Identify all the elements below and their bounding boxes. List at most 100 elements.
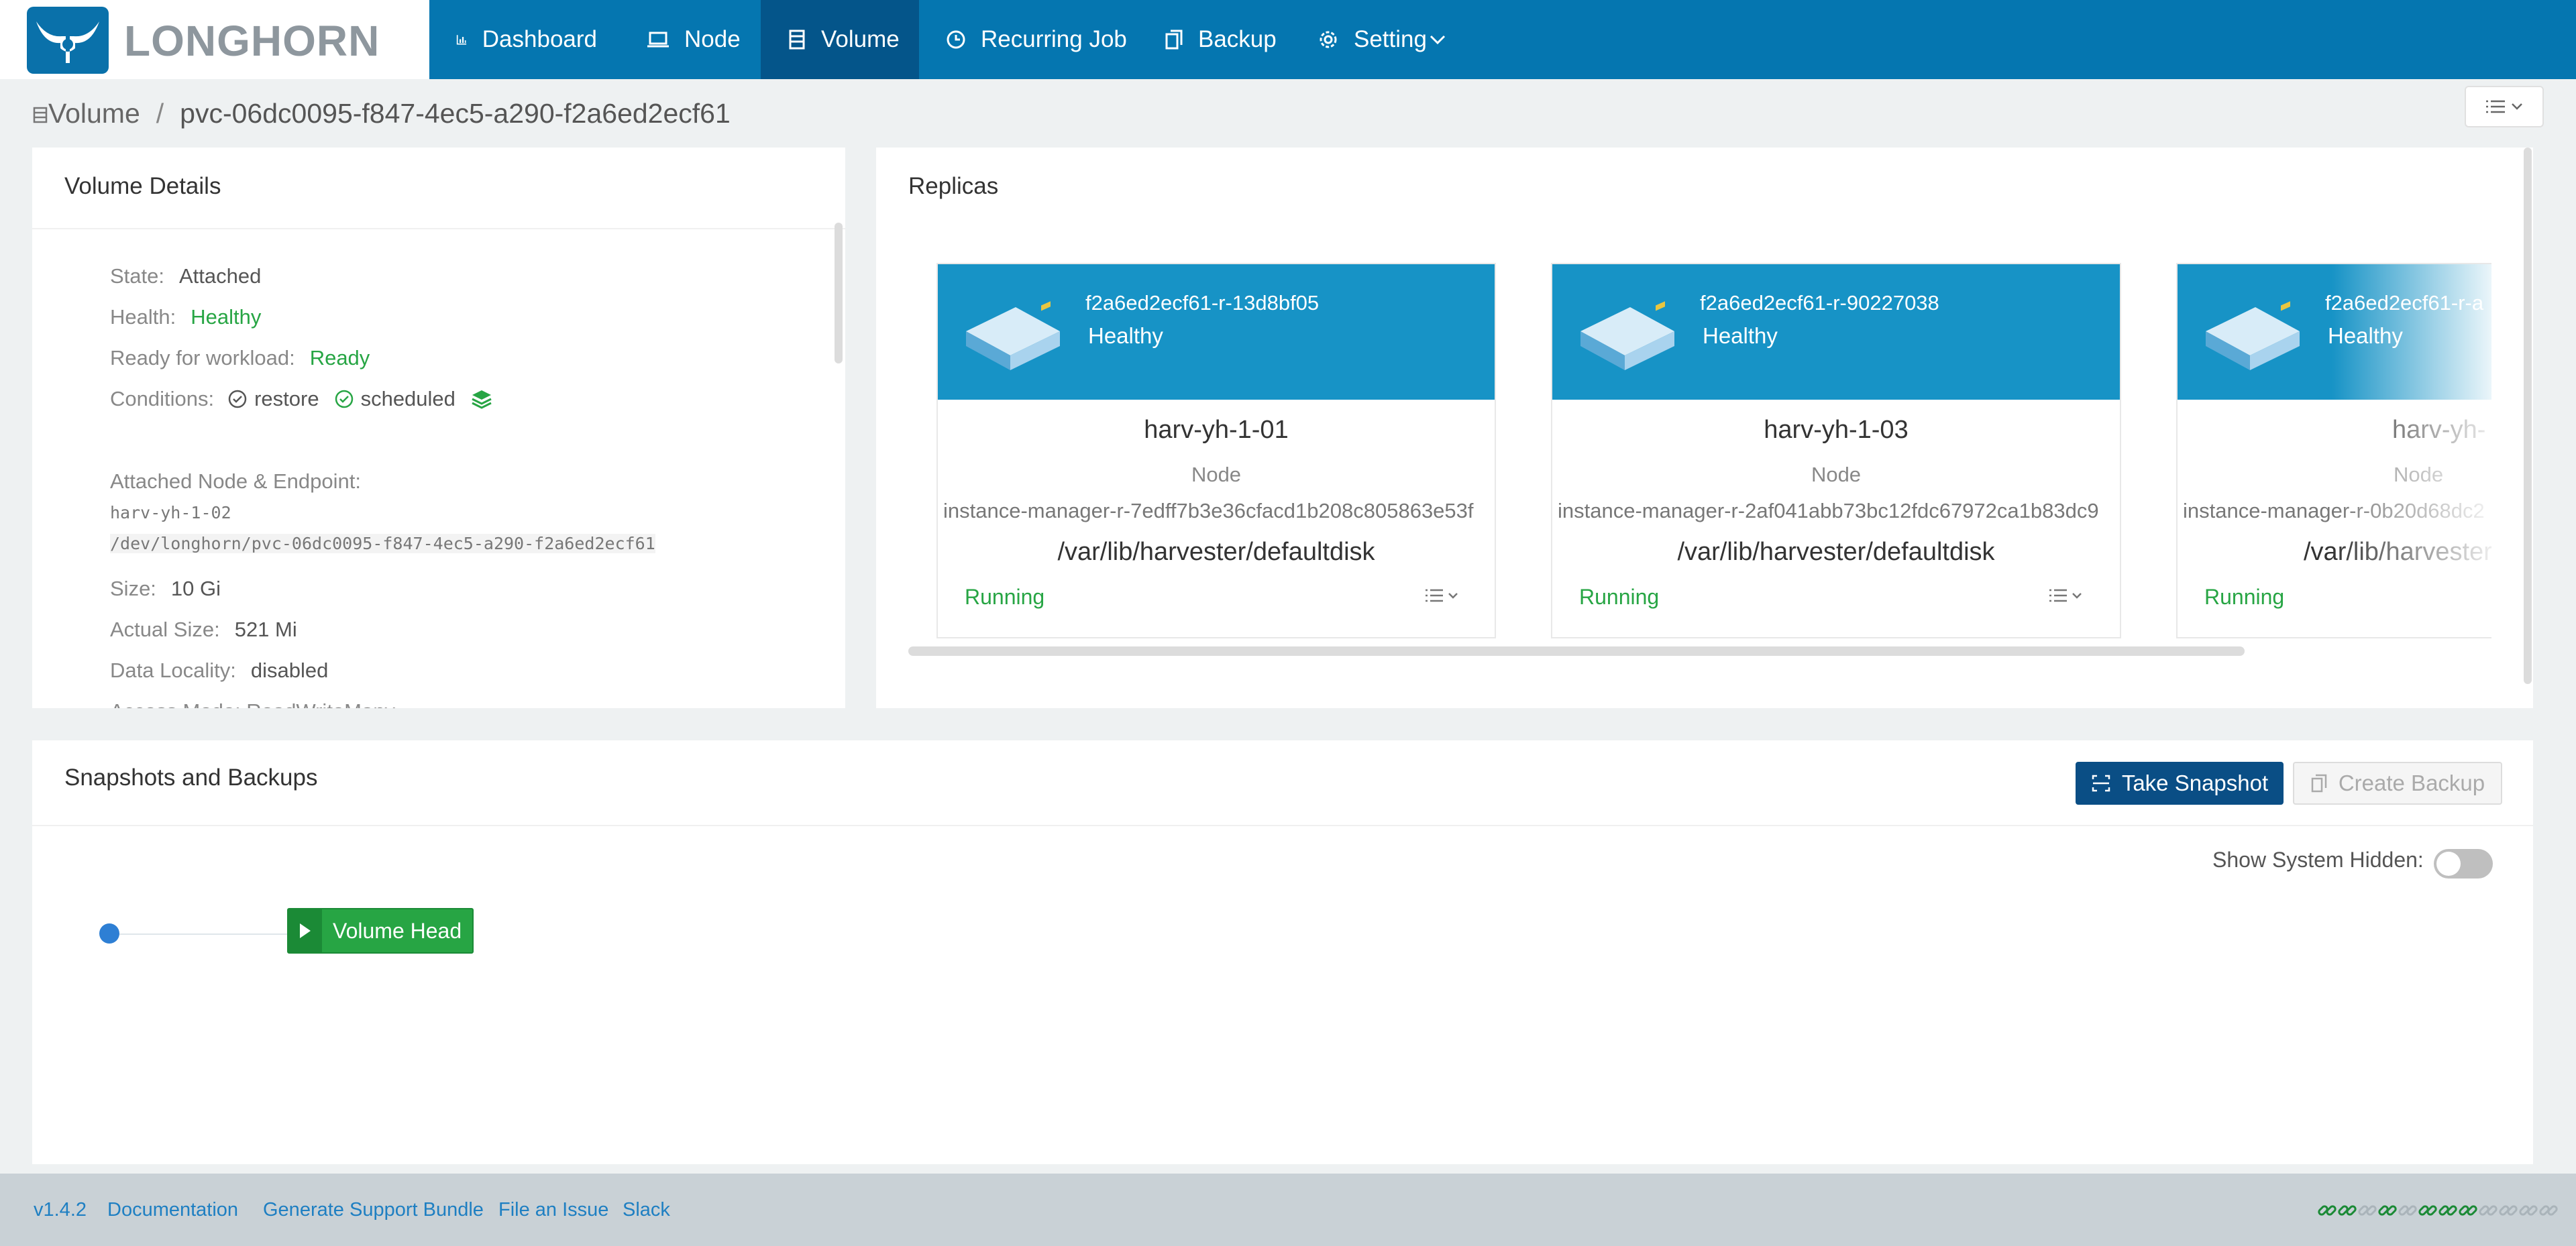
link-icon xyxy=(2519,1205,2538,1216)
replica-menu-button[interactable] xyxy=(1425,582,1465,609)
replica-card[interactable]: f2a6ed2ecf61-r-13d8bf05 Healthy harv-yh-… xyxy=(936,263,1496,638)
take-snapshot-label: Take Snapshot xyxy=(2121,771,2269,795)
footer-support-bundle-link[interactable]: Generate Support Bundle xyxy=(263,1199,484,1221)
snapshot-tree-line xyxy=(109,933,310,935)
volume-head-node[interactable]: Volume Head xyxy=(287,908,474,954)
size-label: Size: xyxy=(110,577,156,600)
replicas-vertical-scrollbar[interactable] xyxy=(2524,148,2532,684)
replica-status: Running xyxy=(2204,585,2285,609)
play-icon xyxy=(288,909,322,952)
link-icon xyxy=(2539,1205,2558,1216)
ready-value: Ready xyxy=(309,346,370,370)
nav-recurring-job[interactable]: Recurring Job xyxy=(919,0,1140,79)
replica-disk-path: /var/lib/harvester/defaultdisk xyxy=(1057,538,1375,566)
create-backup-button[interactable]: Create Backup xyxy=(2293,762,2502,805)
attached-label: Attached Node & Endpoint: xyxy=(110,469,361,493)
nav-setting[interactable]: Setting xyxy=(1295,0,1476,79)
replica-card[interactable]: f2a6ed2ecf61-r-90227038 Healthy harv-yh-… xyxy=(1551,263,2121,638)
link-icon xyxy=(2398,1205,2417,1216)
nav-setting-label: Setting xyxy=(1354,26,1427,52)
volume-head-label: Volume Head xyxy=(333,919,462,943)
link-icon xyxy=(2479,1205,2498,1216)
disk-icon xyxy=(2206,301,2300,370)
footer-slack-link[interactable]: Slack xyxy=(623,1199,670,1221)
actual-size-label: Actual Size: xyxy=(110,618,220,641)
copy-icon xyxy=(1165,30,1183,50)
replica-instance-manager: instance-manager-r-2af041abb73bc12fdc679… xyxy=(1558,499,2099,522)
details-scrollbar[interactable] xyxy=(835,223,843,363)
chevron-down-icon xyxy=(1430,35,1446,45)
nav-dashboard[interactable]: Dashboard xyxy=(429,0,597,79)
chevron-down-icon xyxy=(2072,593,2082,599)
nav-backup-label: Backup xyxy=(1198,26,1277,52)
attached-endpoint: /dev/longhorn/pvc-06dc0095-f847-4ec5-a29… xyxy=(110,534,655,553)
nav-node-label: Node xyxy=(684,26,741,52)
brand-name: LONGHORN xyxy=(124,17,380,65)
snapshots-title: Snapshots and Backups xyxy=(64,764,318,791)
breadcrumb-root[interactable]: Volume xyxy=(48,98,140,129)
replica-card[interactable]: f2a6ed2ecf61-r-a Healthy harv-yh- Node i… xyxy=(2176,263,2491,638)
replica-status: Running xyxy=(1579,585,1660,609)
breadcrumb-current: pvc-06dc0095-f847-4ec5-a290-f2a6ed2ecf61 xyxy=(180,98,731,129)
link-icon xyxy=(2499,1205,2518,1216)
database-icon xyxy=(789,30,805,50)
footer-file-issue-link[interactable]: File an Issue xyxy=(498,1199,608,1221)
size-value: 10 Gi xyxy=(170,577,221,600)
footer-version-link[interactable]: v1.4.2 xyxy=(34,1199,87,1221)
replica-health: Healthy xyxy=(1703,323,1778,348)
ready-row: Ready for workload: Ready xyxy=(110,346,370,370)
replica-name: f2a6ed2ecf61-r-a xyxy=(2325,291,2484,315)
actual-size-row: Actual Size: 521 Mi xyxy=(110,618,297,642)
nav-backup[interactable]: Backup xyxy=(1140,0,1295,79)
nav-node[interactable]: Node xyxy=(628,0,762,79)
take-snapshot-button[interactable]: Take Snapshot xyxy=(2076,762,2284,805)
nav-recurring-job-label: Recurring Job xyxy=(981,26,1127,52)
replicas-h-scrollbar[interactable] xyxy=(908,646,2245,656)
state-label: State: xyxy=(110,264,164,288)
state-value: Attached xyxy=(179,264,262,288)
attached-node: harv-yh-1-02 xyxy=(110,503,231,522)
replica-disk-path: /var/lib/harvester xyxy=(2304,538,2491,566)
snapshot-root-node[interactable] xyxy=(99,923,119,944)
nav-volume[interactable]: Volume xyxy=(761,0,919,79)
replicas-title: Replicas xyxy=(908,173,999,199)
replica-name: f2a6ed2ecf61-r-90227038 xyxy=(1700,291,1939,315)
replica-menu-button[interactable] xyxy=(2049,582,2089,609)
replica-status: Running xyxy=(965,585,1045,609)
link-icon xyxy=(2338,1205,2357,1216)
conditions-label: Conditions: xyxy=(110,387,215,410)
replica-disk-path: /var/lib/harvester/defaultdisk xyxy=(1677,538,1995,566)
chevron-down-icon xyxy=(2512,103,2522,110)
health-label: Health: xyxy=(110,305,176,329)
replica-node-label: Node xyxy=(2394,463,2444,486)
replica-header: f2a6ed2ecf61-r-13d8bf05 Healthy xyxy=(938,264,1495,400)
replica-header: f2a6ed2ecf61-r-a Healthy xyxy=(2178,264,2491,400)
view-options-button[interactable] xyxy=(2465,86,2544,127)
check-circle-icon xyxy=(228,390,247,408)
condition-restore: restore xyxy=(254,387,319,410)
replica-instance-manager: instance-manager-r-0b20d68dc2 xyxy=(2183,499,2485,522)
footer-documentation-link[interactable]: Documentation xyxy=(107,1199,238,1221)
link-icon xyxy=(2358,1205,2377,1216)
access-mode-row: Access Mode: ReadWriteMany xyxy=(110,699,395,708)
data-locality-value: disabled xyxy=(250,659,329,682)
volume-details-title: Volume Details xyxy=(64,173,221,199)
replica-node-label: Node xyxy=(1811,463,1862,486)
layers-icon[interactable] xyxy=(470,388,493,410)
health-row: Health: Healthy xyxy=(110,305,261,329)
replica-header: f2a6ed2ecf61-r-90227038 Healthy xyxy=(1552,264,2120,400)
data-locality-label: Data Locality: xyxy=(110,659,236,682)
health-value: Healthy xyxy=(191,305,262,329)
replica-health: Healthy xyxy=(1088,323,1163,348)
create-backup-label: Create Backup xyxy=(2338,771,2485,795)
disk-icon xyxy=(966,301,1060,370)
show-hidden-toggle[interactable] xyxy=(2434,849,2493,879)
condition-scheduled: scheduled xyxy=(360,387,455,410)
replica-host: harv-yh-1-01 xyxy=(1144,416,1289,444)
state-row: State: Attached xyxy=(110,264,261,288)
logo-area[interactable]: LONGHORN xyxy=(0,0,429,79)
chevron-down-icon xyxy=(1448,593,1458,599)
link-icon xyxy=(2459,1205,2477,1216)
attached-row: Attached Node & Endpoint: xyxy=(110,469,361,494)
link-icon xyxy=(2318,1205,2337,1216)
